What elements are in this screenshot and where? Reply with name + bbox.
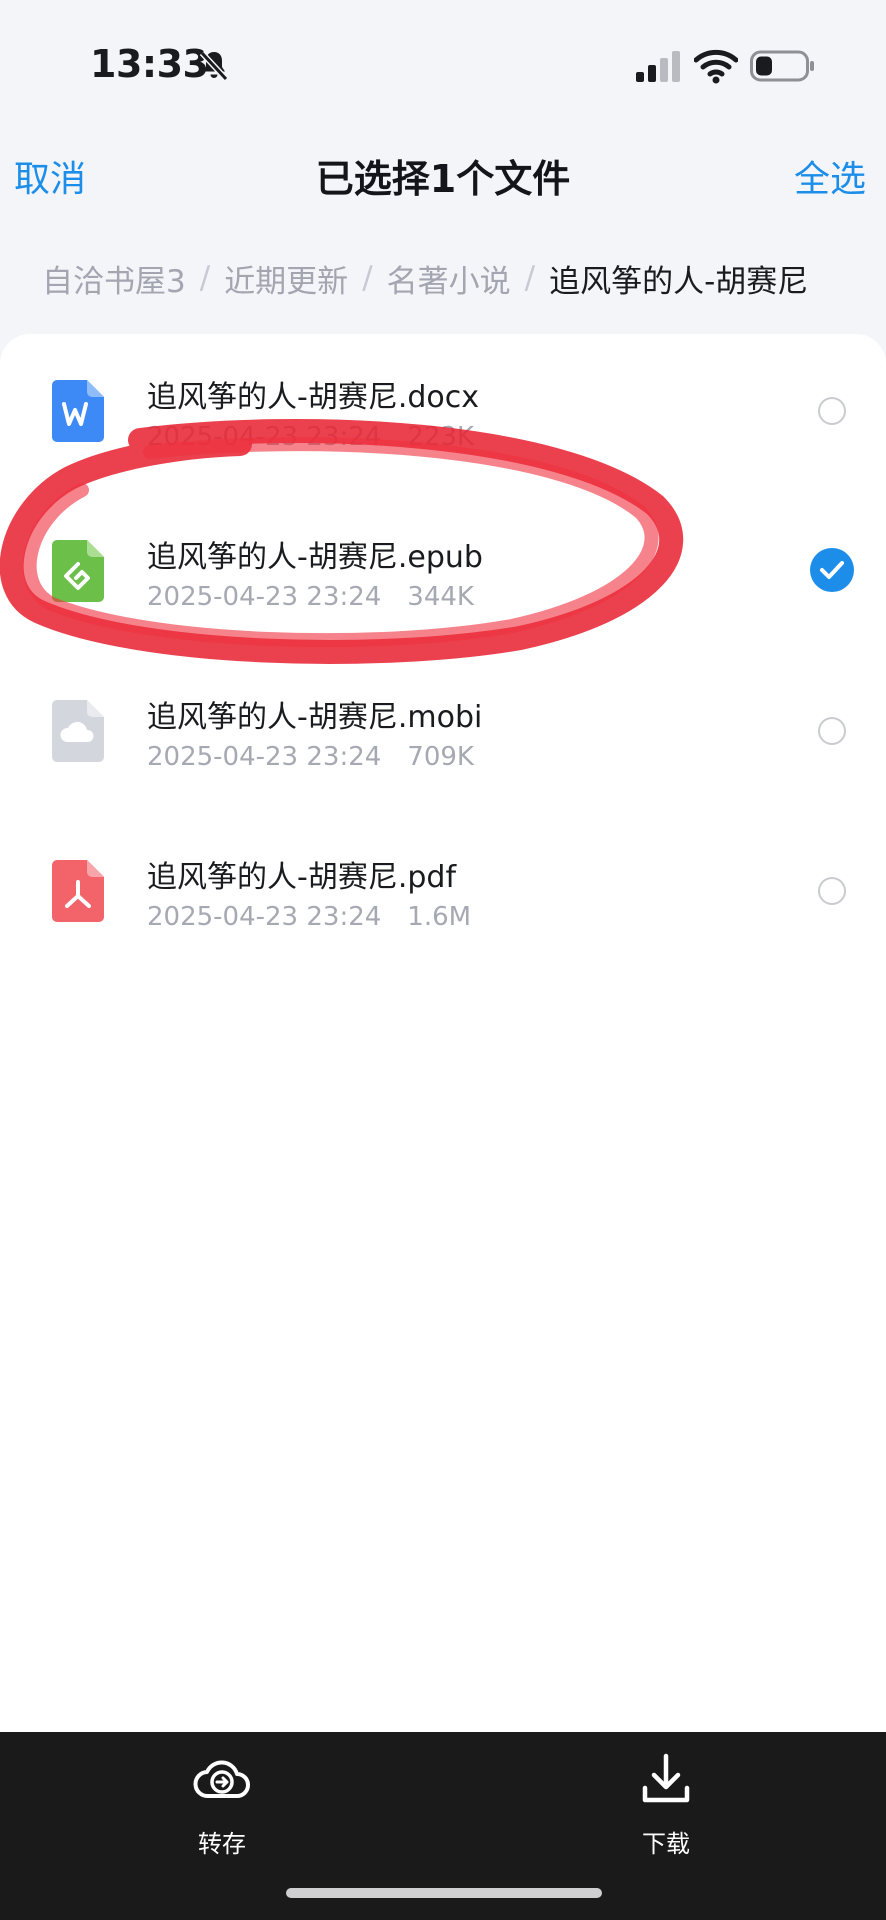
file-name: 追风筝的人-胡赛尼.epub (147, 540, 483, 575)
cloud-upload-icon (193, 1760, 250, 1798)
epub-icon (52, 540, 104, 602)
file-size: 709K (407, 742, 474, 772)
file-date: 2025-04-23 23:24 (147, 582, 382, 612)
file-name: 追风筝的人-胡赛尼.pdf (147, 860, 457, 895)
file-meta: 2025-04-23 23:24 344K (147, 582, 474, 612)
file-size: 344K (407, 582, 474, 612)
file-name: 追风筝的人-胡赛尼.mobi (147, 700, 483, 735)
pdf-icon (52, 860, 104, 922)
file-size: 1.6M (407, 902, 472, 932)
select-all-button[interactable]: 全选 (794, 150, 866, 202)
battery-icon (750, 50, 814, 82)
signal-icon (636, 51, 680, 82)
breadcrumb-item-bookstore[interactable]: 自洽书屋3 (42, 256, 186, 301)
file-date: 2025-04-23 23:24 (147, 902, 382, 932)
select-checkbox[interactable] (818, 877, 846, 905)
checkmark-icon (820, 561, 844, 579)
file-name: 追风筝的人-胡赛尼.docx (147, 380, 480, 415)
bell-slash-icon (199, 50, 229, 82)
save-to-cloud-button[interactable]: 转存 (152, 1752, 292, 1862)
select-checkbox[interactable] (818, 717, 846, 745)
breadcrumb-item-recent[interactable]: 近期更新 (224, 256, 348, 301)
download-button[interactable]: 下载 (596, 1752, 736, 1862)
file-row-mobi[interactable]: 追风筝的人-胡赛尼.mobi 2025-04-23 23:24 709K (0, 654, 886, 814)
breadcrumb: 自洽书屋3 / 近期更新 / 名著小说 / 追风筝的人-胡赛尼 (42, 256, 808, 300)
select-checkbox-checked[interactable] (810, 548, 854, 592)
breadcrumb-separator: / (362, 260, 373, 296)
breadcrumb-item-current: 追风筝的人-胡赛尼 (549, 263, 809, 300)
download-label: 下载 (642, 1830, 690, 1858)
cloud-file-icon (52, 700, 104, 762)
file-row-pdf[interactable]: 追风筝的人-胡赛尼.pdf 2025-04-23 23:24 1.6M (0, 814, 886, 974)
file-date: 2025-04-23 23:24 (147, 742, 382, 772)
home-indicator (286, 1888, 602, 1898)
status-time: 13:33 (90, 42, 209, 86)
file-meta: 2025-04-23 23:24 709K (147, 742, 474, 772)
word-doc-icon (52, 380, 104, 442)
breadcrumb-separator: / (524, 260, 536, 296)
breadcrumb-separator: / (199, 260, 211, 296)
wifi-icon (694, 49, 738, 84)
header: 取消 已选择1个文件 全选 (0, 120, 886, 224)
file-size: 223K (407, 422, 474, 452)
select-checkbox[interactable] (818, 397, 846, 425)
file-date: 2025-04-23 23:24 (147, 422, 382, 452)
save-label: 转存 (198, 1830, 246, 1858)
file-list: 追风筝的人-胡赛尼.docx 2025-04-23 23:24 223K 追风筝的… (0, 334, 886, 1734)
status-bar: 13:33 (0, 0, 886, 120)
file-meta: 2025-04-23 23:24 223K (147, 422, 474, 452)
file-meta: 2025-04-23 23:24 1.6M (147, 902, 471, 932)
page-title: 已选择1个文件 (315, 157, 571, 201)
file-row-docx[interactable]: 追风筝的人-胡赛尼.docx 2025-04-23 23:24 223K (0, 334, 886, 494)
file-row-epub[interactable]: 追风筝的人-胡赛尼.epub 2025-04-23 23:24 344K (0, 494, 886, 654)
download-icon (642, 1753, 690, 1803)
breadcrumb-item-novels[interactable]: 名著小说 (387, 256, 511, 301)
